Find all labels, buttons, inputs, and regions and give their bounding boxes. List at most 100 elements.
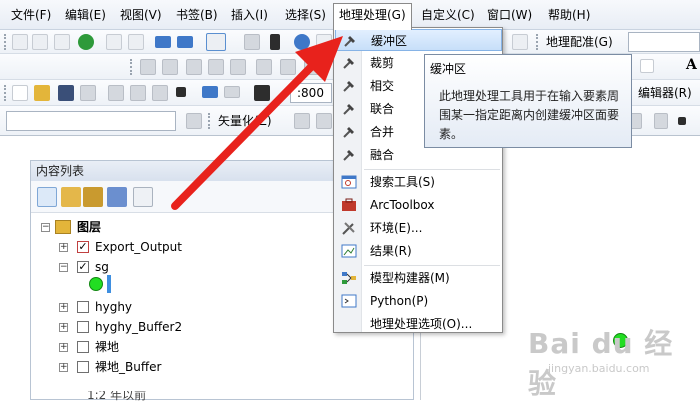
menu-item-python[interactable]: Python(P) [335, 290, 502, 312]
expand-icon[interactable]: + [59, 303, 68, 312]
expand-icon[interactable]: + [59, 343, 68, 352]
new-document-icon[interactable] [12, 85, 28, 101]
list-by-drawing-order-icon[interactable] [37, 187, 57, 207]
paste-icon[interactable] [152, 85, 168, 101]
menu-bookmarks[interactable]: 书签(B) [173, 5, 221, 25]
layer-row-sg[interactable]: − ✓ sg [55, 257, 275, 277]
select-features-icon[interactable] [206, 33, 226, 51]
layer-row-hyghy[interactable]: + hyghy [55, 297, 275, 317]
menu-insert[interactable]: 插入(I) [228, 5, 271, 25]
layer-visibility-checkbox[interactable] [77, 361, 89, 373]
undo-icon[interactable] [202, 86, 218, 98]
watermark-url: jingyan.baidu.com [548, 362, 650, 375]
expand-icon[interactable]: + [59, 243, 68, 252]
menu-item-buffer[interactable]: 缓冲区 [335, 29, 502, 51]
expand-icon[interactable]: + [59, 363, 68, 372]
pan-hand-icon[interactable] [54, 34, 70, 50]
zoom-in-icon[interactable] [12, 34, 28, 50]
collapse-icon[interactable]: − [41, 223, 50, 232]
delete-icon[interactable] [176, 87, 186, 97]
list-by-source-icon[interactable] [61, 187, 81, 207]
toolbar-grip[interactable] [4, 85, 7, 101]
layer-visibility-checkbox[interactable] [77, 321, 89, 333]
copy-icon[interactable] [130, 85, 146, 101]
fill-color-icon[interactable] [640, 59, 654, 73]
menu-item-results[interactable]: 结果(R) [335, 240, 502, 262]
layer-row-bare-land-buffer[interactable]: + 裸地_Buffer [55, 357, 275, 377]
menu-item-arctoolbox[interactable]: ArcToolbox [335, 194, 502, 216]
redo-icon[interactable] [224, 86, 240, 98]
menu-item-label: 缓冲区 [371, 34, 408, 48]
text-cursor-caret [107, 275, 111, 293]
add-data-icon[interactable] [254, 85, 270, 101]
menu-help[interactable]: 帮助(H) [545, 5, 593, 25]
layer-name: hyghy [95, 300, 133, 314]
menu-windows[interactable]: 窗口(W) [484, 5, 535, 25]
tool-icon[interactable] [316, 113, 332, 129]
print-icon[interactable] [80, 85, 96, 101]
menu-item-label: 相交 [370, 79, 395, 93]
editor-menu[interactable]: 编辑器(R) [638, 85, 692, 101]
georeferencing-menu[interactable]: 地理配准(G) [546, 34, 613, 50]
clear-selection-icon[interactable] [244, 34, 260, 50]
identify-icon[interactable] [294, 34, 310, 50]
hammer-icon [343, 127, 354, 138]
fixed-zoom-out-icon[interactable] [128, 34, 144, 50]
toolbar-grip[interactable] [208, 113, 211, 129]
hammer-icon [343, 81, 354, 92]
measure-icon[interactable] [316, 34, 332, 50]
toolbar-grip[interactable] [536, 34, 539, 50]
menu-geoprocessing[interactable]: 地理处理(G) [333, 3, 412, 30]
open-folder-icon[interactable] [34, 85, 50, 101]
layer-visibility-checkbox[interactable] [77, 301, 89, 313]
menu-item-label: 模型构建器(M) [370, 271, 450, 285]
legend-point-symbol[interactable] [89, 277, 103, 291]
dropdown-arrow-icon[interactable] [678, 117, 686, 125]
crosshair-icon[interactable] [654, 113, 668, 129]
tool-icon[interactable] [294, 113, 310, 129]
layer-row-hyghy-buffer2[interactable]: + hyghy_Buffer2 [55, 317, 275, 337]
menu-selection[interactable]: 选择(S) [282, 5, 329, 25]
vectorization-menu[interactable]: 矢量化(Z) [218, 113, 272, 129]
font-size-icon[interactable]: A [686, 57, 697, 73]
menu-customize[interactable]: 自定义(C) [418, 5, 478, 25]
list-by-visibility-icon[interactable] [83, 187, 103, 207]
layers-stack-icon [55, 220, 71, 234]
layer-visibility-checkbox[interactable] [77, 341, 89, 353]
pointer-arrow-icon[interactable] [270, 34, 280, 50]
layer-row-export-output[interactable]: + ✓ Export_Output [55, 237, 275, 257]
fixed-zoom-in-icon[interactable] [106, 34, 122, 50]
menu-file[interactable]: 文件(F) [8, 5, 54, 25]
target-layer-combo[interactable] [6, 111, 176, 131]
layers-root[interactable]: − 图层 [39, 217, 239, 237]
forward-arrow-icon[interactable] [177, 36, 193, 48]
cut-icon[interactable] [108, 85, 124, 101]
save-icon[interactable] [58, 85, 74, 101]
full-extent-globe-icon[interactable] [78, 34, 94, 50]
layer-row-bare-land[interactable]: + 裸地 [55, 337, 275, 357]
menu-view[interactable]: 视图(V) [117, 5, 165, 25]
options-icon[interactable] [133, 187, 153, 207]
layer-visibility-checkbox[interactable]: ✓ [77, 241, 89, 253]
list-by-selection-icon[interactable] [107, 187, 127, 207]
georef-tool-icon[interactable] [512, 34, 528, 50]
toolbar-grip[interactable] [130, 59, 133, 75]
tool-icon[interactable] [186, 113, 202, 129]
hammer-icon [343, 104, 354, 115]
map-scale-combo[interactable]: :800 [290, 83, 332, 103]
zoom-out-icon[interactable] [32, 34, 48, 50]
menu-item-search-tools[interactable]: 搜索工具(S) [335, 171, 502, 193]
toolbar-grip[interactable] [4, 34, 7, 50]
layer-name: sg [95, 260, 109, 274]
georef-layer-combo[interactable] [628, 32, 700, 52]
expand-icon[interactable]: + [59, 323, 68, 332]
layer-visibility-checkbox[interactable]: ✓ [77, 261, 89, 273]
collapse-icon[interactable]: − [59, 263, 68, 272]
menu-separator [364, 265, 500, 266]
back-arrow-icon[interactable] [155, 36, 171, 48]
menu-item-environments[interactable]: 环境(E)... [335, 217, 502, 239]
tooltip-title: 缓冲区 [430, 62, 467, 76]
menu-item-model-builder[interactable]: 模型构建器(M) [335, 267, 502, 289]
menu-edit[interactable]: 编辑(E) [62, 5, 109, 25]
menu-item-geoprocessing-options[interactable]: 地理处理选项(O)... [335, 313, 502, 335]
